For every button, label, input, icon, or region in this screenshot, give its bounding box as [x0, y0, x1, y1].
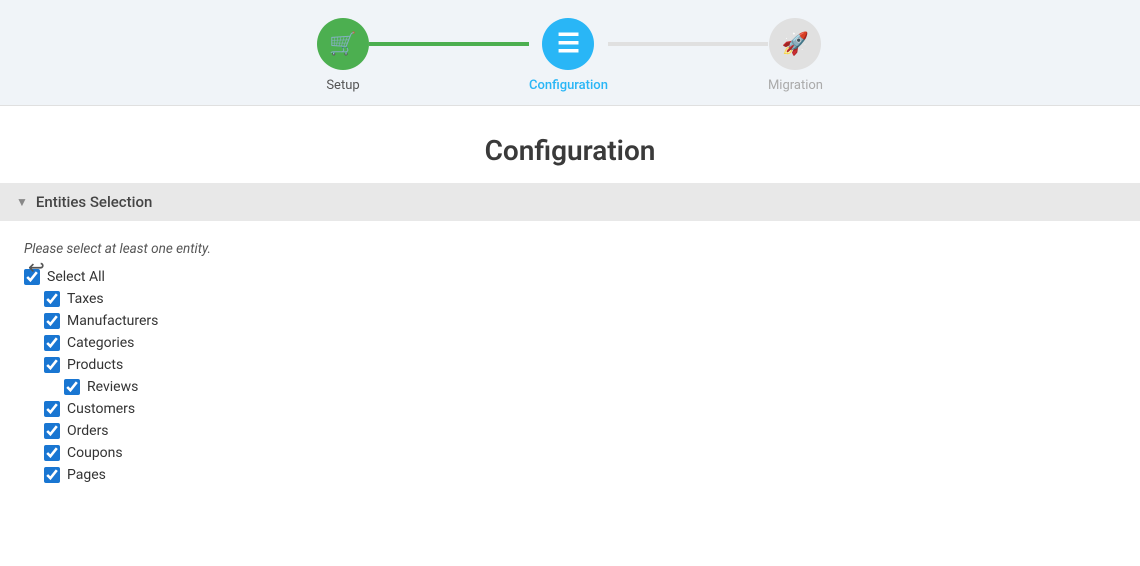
back-button[interactable]: ↩ — [24, 251, 49, 284]
checkbox-manufacturers[interactable]: Manufacturers — [44, 313, 1116, 329]
checkbox-select-all-label[interactable]: Select All — [47, 269, 105, 285]
step-configuration[interactable]: ☰ Configuration — [529, 18, 608, 93]
entities-section: ▼ Entities Selection Please select at le… — [0, 183, 1140, 499]
checkbox-taxes[interactable]: Taxes — [44, 291, 1116, 307]
step-circle-configuration: ☰ — [542, 18, 594, 70]
checkbox-taxes-label[interactable]: Taxes — [67, 291, 104, 307]
main-content: ↩ Configuration ▼ Entities Selection Ple… — [0, 106, 1140, 566]
checkbox-products[interactable]: Products — [44, 357, 1116, 373]
checkbox-customers-label[interactable]: Customers — [67, 401, 135, 417]
hint-text: Please select at least one entity. — [24, 241, 1116, 257]
checkbox-coupons-label[interactable]: Coupons — [67, 445, 123, 461]
step-connector-2 — [608, 42, 768, 46]
step-circle-migration: 🚀 — [769, 18, 821, 70]
checkbox-categories-input[interactable] — [44, 335, 60, 351]
page-title-container: ↩ Configuration — [0, 106, 1140, 183]
checkbox-products-input[interactable] — [44, 357, 60, 373]
step-label-migration: Migration — [768, 78, 823, 93]
section-header: ▼ Entities Selection — [0, 183, 1140, 221]
checkbox-customers[interactable]: Customers — [44, 401, 1116, 417]
checkbox-pages-input[interactable] — [44, 467, 60, 483]
checkbox-manufacturers-input[interactable] — [44, 313, 60, 329]
checkbox-customers-input[interactable] — [44, 401, 60, 417]
step-label-configuration: Configuration — [529, 78, 608, 93]
stepper-header: 🛒 Setup ☰ Configuration 🚀 Migration — [0, 0, 1140, 106]
collapse-icon: ▼ — [16, 195, 28, 209]
checkbox-coupons[interactable]: Coupons — [44, 445, 1116, 461]
entity-list: Select All Taxes Manufacturers Categorie… — [24, 269, 1116, 483]
checkbox-taxes-input[interactable] — [44, 291, 60, 307]
checkbox-select-all[interactable]: Select All — [24, 269, 1116, 285]
step-label-setup: Setup — [326, 78, 359, 93]
section-body: Please select at least one entity. Selec… — [0, 233, 1140, 499]
checkbox-reviews-input[interactable] — [64, 379, 80, 395]
page-title: Configuration — [0, 134, 1140, 167]
checkbox-orders[interactable]: Orders — [44, 423, 1116, 439]
checkbox-pages-label[interactable]: Pages — [67, 467, 106, 483]
checkbox-pages[interactable]: Pages — [44, 467, 1116, 483]
step-connector-1 — [369, 42, 529, 46]
checkbox-orders-label[interactable]: Orders — [67, 423, 109, 439]
step-circle-setup: 🛒 — [317, 18, 369, 70]
checkbox-coupons-input[interactable] — [44, 445, 60, 461]
section-title: Entities Selection — [36, 193, 152, 211]
checkbox-categories-label[interactable]: Categories — [67, 335, 134, 351]
checkbox-reviews[interactable]: Reviews — [64, 379, 1116, 395]
checkbox-categories[interactable]: Categories — [44, 335, 1116, 351]
checkbox-products-label[interactable]: Products — [67, 357, 123, 373]
checkbox-reviews-label[interactable]: Reviews — [87, 379, 138, 395]
step-migration[interactable]: 🚀 Migration — [768, 18, 823, 93]
checkbox-manufacturers-label[interactable]: Manufacturers — [67, 313, 158, 329]
stepper: 🛒 Setup ☰ Configuration 🚀 Migration — [317, 18, 823, 93]
step-setup[interactable]: 🛒 Setup — [317, 18, 369, 93]
checkbox-orders-input[interactable] — [44, 423, 60, 439]
